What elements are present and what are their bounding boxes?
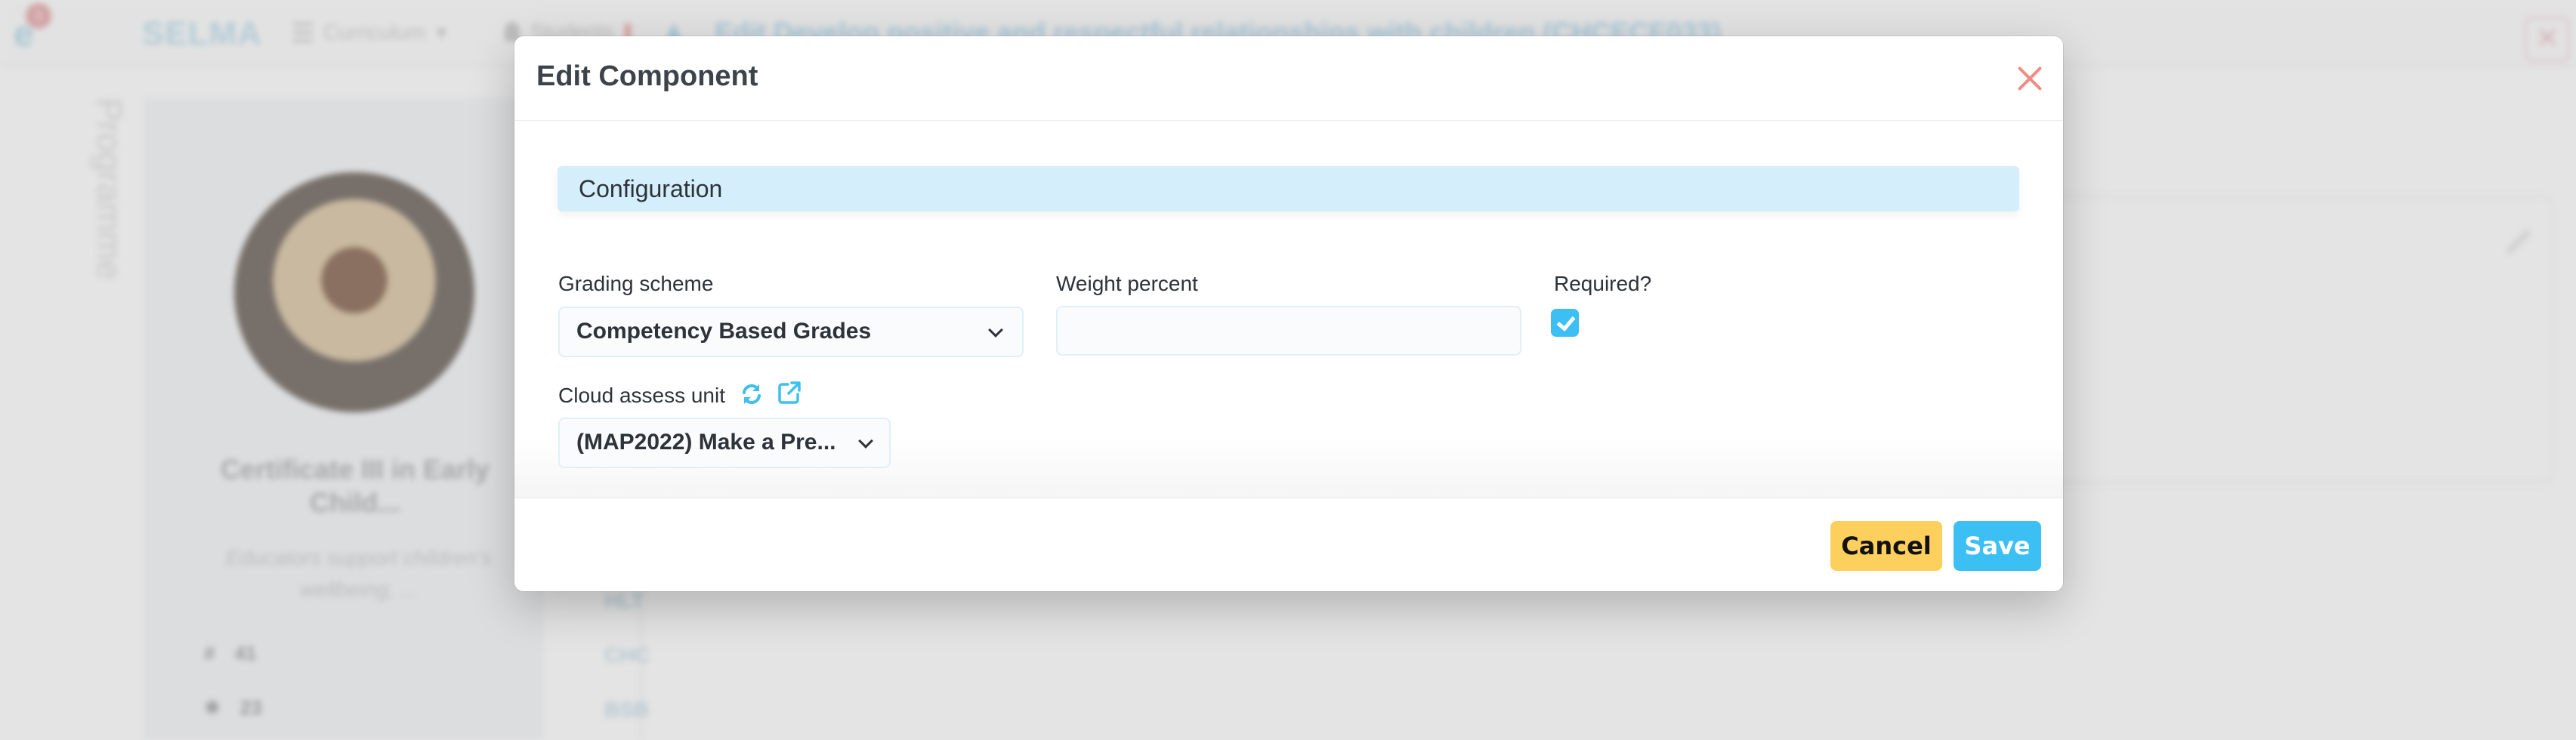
save-button[interactable]: Save xyxy=(1954,521,2041,571)
close-icon[interactable] xyxy=(2014,63,2046,94)
required-checkbox[interactable] xyxy=(1551,309,1579,337)
modal-title: Edit Component xyxy=(536,60,758,92)
modal-body: Configuration Grading scheme Competency … xyxy=(514,121,2063,498)
chevron-down-icon xyxy=(988,322,1003,338)
modal-footer: Cancel Save xyxy=(514,498,2063,591)
chevron-down-icon xyxy=(858,433,873,449)
section-title: Configuration xyxy=(579,175,723,202)
grading-scheme-label: Grading scheme xyxy=(558,272,714,295)
edit-component-modal: Edit Component Configuration Grading sch… xyxy=(514,36,2063,591)
refresh-icon[interactable] xyxy=(740,382,764,406)
grading-scheme-select[interactable]: Competency Based Grades xyxy=(558,307,1024,357)
cloud-assess-unit-select[interactable]: (MAP2022) Make a Pre... xyxy=(558,418,891,468)
grading-scheme-value: Competency Based Grades xyxy=(576,319,872,344)
required-label: Required? xyxy=(1554,272,1652,295)
weight-percent-input[interactable] xyxy=(1056,306,1521,356)
cloud-assess-unit-label: Cloud assess unit xyxy=(558,384,726,407)
cancel-button[interactable]: Cancel xyxy=(1830,521,1942,571)
modal-header: Edit Component xyxy=(514,36,2063,121)
weight-percent-label: Weight percent xyxy=(1056,272,1198,295)
configuration-section-header: Configuration xyxy=(558,166,2019,211)
cloud-assess-unit-value: (MAP2022) Make a Pre... xyxy=(576,430,836,455)
external-link-icon[interactable] xyxy=(777,381,802,405)
